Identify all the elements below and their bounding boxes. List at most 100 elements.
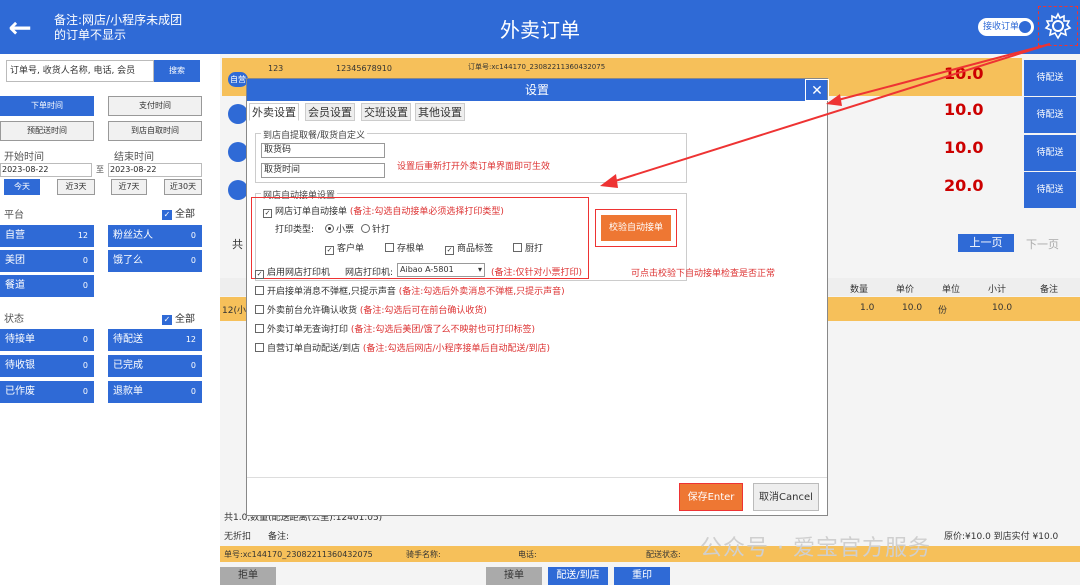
pending-delivery-button[interactable]: 待配送 [1024,135,1076,171]
status-all-checkbox[interactable]: ✓ 全部 [162,310,195,325]
platform-tile-candao[interactable]: 0 餐道 [0,275,94,297]
search-input[interactable]: 订单号, 收货人名称, 电话, 会员 [6,60,154,82]
search-button[interactable]: 搜索 [154,60,200,82]
footer-order-no: 单号:xc144170_23082211360432075 [224,550,373,559]
cell-unit: 份 [938,306,948,316]
platform-all-label: 全部 [175,209,195,220]
page-title: 外卖订单 [500,18,580,42]
pending-delivery-button[interactable]: 待配送 [1024,60,1076,96]
print-type-small-radio[interactable]: 小票 [325,222,354,235]
status-tile-voided[interactable]: 0 已作废 [0,381,94,403]
start-date-input[interactable]: 2023-08-22 [0,163,92,177]
range-7days-button[interactable]: 近7天 [111,179,147,195]
count: 12 [185,335,196,344]
pickup-code-input[interactable]: 取货码 [261,143,385,158]
option-confirm-receipt[interactable]: 外卖前台允许确认收货 (备注:勾选后可在前台确认收货) [255,303,487,316]
watermark: 公众号 · 爱宝官方服务 [700,536,931,561]
save-button[interactable]: 保存Enter [679,483,743,511]
cancel-button[interactable]: 取消Cancel [753,483,819,511]
tile-label: 待配送 [113,334,143,345]
option-auto-deliver[interactable]: 自营订单自动配送/到店 (备注:勾选后网店/小程序接单后自动配送/到店) [255,341,550,354]
reprint-button[interactable]: 重印 [614,567,670,585]
tab-delivery-settings[interactable]: 外卖设置 [249,103,299,121]
to-label: 至 [96,165,104,174]
count: 0 [190,387,196,396]
check-icon: ✓ [255,270,264,279]
order-field: 123 [268,64,284,73]
col-subtotal: 小计 [988,285,1007,295]
platform-all-checkbox[interactable]: ✓ 全部 [162,205,195,220]
count: 0 [82,335,88,344]
footer-phone: 电话: [518,550,537,559]
start-time-label: 开始时间 [4,152,44,163]
count: 0 [190,256,196,265]
pending-delivery-button[interactable]: 待配送 [1024,172,1076,208]
footer-status: 配送状态: [646,550,681,559]
count: 12 [77,231,88,240]
auto-accept-label: 网店订单自动接单 [275,207,348,217]
print-type-needle-radio[interactable]: 针打 [361,222,390,235]
close-icon[interactable]: ✕ [805,79,829,101]
pay-time-button[interactable]: 支付时间 [108,96,202,116]
end-date-input[interactable]: 2023-08-22 [108,163,202,177]
price-info: 原价:¥10.0 到店实付 ¥10.0 [944,532,1059,542]
tab-member-settings[interactable]: 会员设置 [305,103,355,121]
platform-tile-eleme[interactable]: 0 饿了么 [108,250,202,272]
enable-printer-checkbox[interactable]: ✓ 启用网店打印机 [255,265,330,279]
checkbox-icon [255,305,264,314]
checkbox-icon [255,343,264,352]
auto-accept-checkbox[interactable]: ✓ 网店订单自动接单 (备注:勾选自动接单必须选择打印类型) [263,204,504,218]
platform-tile-ziying[interactable]: 12 自营 [0,225,94,247]
option-sound-only[interactable]: 开启接单消息不弹框,只提示声音 (备注:勾选后外卖消息不弹框,只提示声音) [255,284,565,297]
pickup-time-button[interactable]: 到店自取时间 [108,121,202,141]
status-tile-refund[interactable]: 0 退款单 [108,381,202,403]
range-3days-button[interactable]: 近3天 [57,179,95,195]
check-icon: ✓ [263,209,272,218]
tab-other-settings[interactable]: 其他设置 [415,103,465,121]
platform-tile-fans[interactable]: 0 粉丝达人 [108,225,202,247]
pending-delivery-button[interactable]: 待配送 [1024,97,1076,133]
gear-icon[interactable] [1038,6,1078,46]
print-customer-checkbox[interactable]: ✓ 客户单 [325,241,364,255]
range-30days-button[interactable]: 近30天 [164,179,202,195]
order-amount: 10.0 [944,138,984,157]
print-label-checkbox[interactable]: ✓ 商品标签 [445,241,493,255]
check-icon: ✓ [445,246,454,255]
verify-auto-accept-button[interactable]: 校验自动接单 [601,215,671,241]
footer-rider: 骑手名称: [406,550,441,559]
platform-label: 平台 [4,210,24,221]
cell-qty: 1.0 [860,303,875,313]
order-time-button[interactable]: 下单时间 [0,96,94,116]
reject-button[interactable]: 拒单 [220,567,276,585]
printer-select[interactable]: Aibao A-5801 ▾ [397,263,485,277]
opt-note: (备注:勾选后可在前台确认收货) [359,306,487,316]
order-amount: 10.0 [944,100,984,119]
status-tile-pending-delivery[interactable]: 12 待配送 [108,329,202,351]
tab-shift-settings[interactable]: 交班设置 [361,103,411,121]
status-tile-pending-accept[interactable]: 0 待接单 [0,329,94,351]
presend-time-button[interactable]: 预配送时间 [0,121,94,141]
print-stub-checkbox[interactable]: 存根单 [385,241,424,254]
status-tile-completed[interactable]: 0 已完成 [108,355,202,377]
option-no-query-print[interactable]: 外卖订单无查询打印 (备注:勾选后美团/饿了么不映射也可打印标签) [255,322,535,335]
range-today-button[interactable]: 今天 [4,179,40,195]
tile-label: 自营 [5,230,25,241]
opt-note: (备注:勾选后外卖消息不弹框,只提示声音) [398,287,565,297]
platform-tile-meituan[interactable]: 0 美团 [0,250,94,272]
accept-button[interactable]: 接单 [486,567,542,585]
receive-order-toggle[interactable]: 接收订单 [978,18,1034,36]
col-unit: 单位 [942,285,961,295]
status-tile-pending-cashier[interactable]: 0 待收银 [0,355,94,377]
deliver-button[interactable]: 配送/到店 [548,567,608,585]
next-page-button[interactable]: 下一页 [1026,236,1059,252]
pickup-time-input[interactable]: 取货时间 [261,163,385,178]
prev-page-button[interactable]: 上一页 [958,234,1014,252]
printer-label: 网店打印机: [345,268,394,278]
tile-label: 待收银 [5,360,35,371]
count: 0 [82,281,88,290]
count: 0 [190,361,196,370]
opt-label: 外卖前台允许确认收货 [267,306,358,316]
print-kitchen-checkbox[interactable]: 厨打 [513,241,543,254]
printer-value: Aibao A-5801 [400,265,454,274]
count: 0 [82,387,88,396]
